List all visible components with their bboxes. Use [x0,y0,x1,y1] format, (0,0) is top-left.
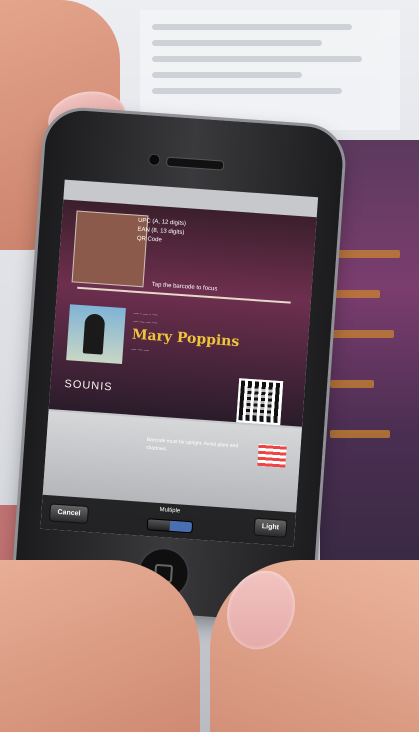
album-line-1: — - — - — [133,310,158,319]
lower-left-hand [0,560,200,732]
light-button[interactable]: Light [253,517,288,538]
multiple-label: Multiple [159,507,181,515]
album-line-3: — — — [130,346,149,354]
multiple-toggle[interactable] [146,518,194,534]
album-title: Mary Poppins [131,326,240,351]
scanner-screen: UPC (A, 12 digits) EAN (8, 13 digits) QR… [40,179,319,547]
earpiece-speaker [165,156,225,171]
smartphone: UPC (A, 12 digits) EAN (8, 13 digits) QR… [13,108,345,624]
album-line-2: — — — — [132,318,158,327]
scan-formats: UPC (A, 12 digits) EAN (8, 13 digits) QR… [136,217,187,247]
background-paper [140,10,400,130]
qr-code-icon [236,378,284,426]
barcode-guide-icon [257,443,287,468]
brand-text: SOUNIS [64,378,113,394]
camera-view-magazine: UPC (A, 12 digits) EAN (8, 13 digits) QR… [48,199,317,427]
cancel-button[interactable]: Cancel [48,503,89,525]
umbrella-figure-icon [82,313,106,355]
front-camera-icon [147,153,161,167]
